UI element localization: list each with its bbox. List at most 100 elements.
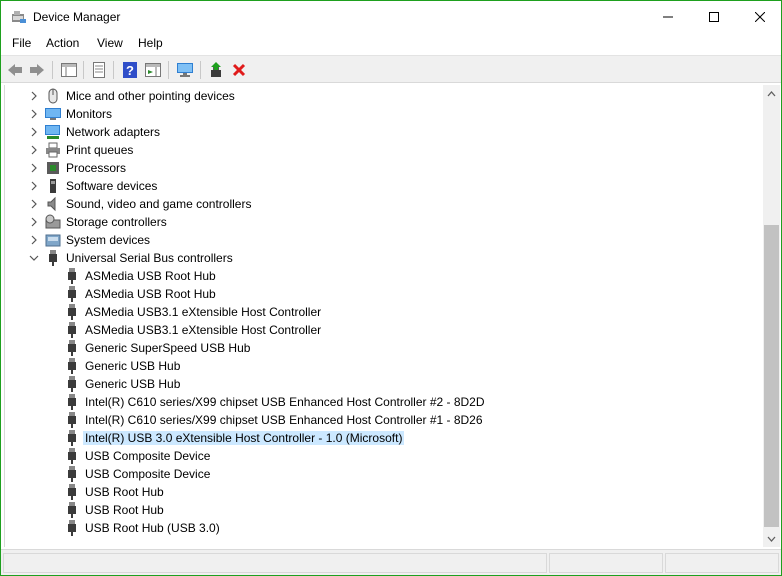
tree-category-print-queues[interactable]: Print queues bbox=[5, 141, 745, 159]
usb-plug-icon bbox=[68, 520, 76, 536]
usb-plug-icon bbox=[68, 376, 76, 392]
usb-device-row[interactable]: USB Composite Device bbox=[5, 465, 745, 483]
system-device-icon bbox=[45, 234, 61, 247]
tree-category-monitors[interactable]: Monitors bbox=[5, 105, 745, 123]
chevron-right-icon[interactable] bbox=[29, 235, 39, 245]
usb-device-row[interactable]: ASMedia USB Root Hub bbox=[5, 267, 745, 285]
minimize-button[interactable] bbox=[645, 1, 691, 33]
usb-device-row[interactable]: USB Root Hub bbox=[5, 483, 745, 501]
maximize-icon bbox=[709, 12, 719, 22]
status-pane bbox=[665, 553, 779, 573]
action-pane-icon bbox=[145, 63, 161, 77]
usb-plug-icon bbox=[68, 394, 76, 410]
scroll-thumb[interactable] bbox=[764, 225, 779, 527]
usb-device-label: Intel(R) USB 3.0 eXtensible Host Control… bbox=[83, 431, 405, 445]
scan-hardware-button[interactable] bbox=[175, 60, 195, 80]
usb-device-row[interactable]: Intel(R) C610 series/X99 chipset USB Enh… bbox=[5, 411, 745, 429]
close-button[interactable] bbox=[737, 1, 781, 33]
usb-plug-icon bbox=[68, 484, 76, 500]
vertical-scrollbar[interactable] bbox=[763, 85, 780, 547]
device-manager-app-icon bbox=[12, 11, 26, 23]
usb-device-label: ASMedia USB Root Hub bbox=[85, 269, 216, 283]
chevron-right-icon[interactable] bbox=[29, 163, 39, 173]
usb-device-row[interactable]: ASMedia USB Root Hub bbox=[5, 285, 745, 303]
usb-device-row[interactable]: Generic SuperSpeed USB Hub bbox=[5, 339, 745, 357]
status-bar bbox=[1, 549, 781, 575]
usb-plug-icon bbox=[68, 466, 76, 482]
chevron-right-icon[interactable] bbox=[29, 145, 39, 155]
tree-category-usb-controllers[interactable]: Universal Serial Bus controllers bbox=[5, 249, 745, 267]
usb-device-row[interactable]: USB Root Hub (USB 3.0) bbox=[5, 519, 745, 537]
tree-category-label: System devices bbox=[66, 233, 151, 247]
forward-button[interactable] bbox=[27, 60, 47, 80]
usb-device-row[interactable]: USB Composite Device bbox=[5, 447, 745, 465]
maximize-button[interactable] bbox=[691, 1, 737, 33]
tree-category-storage-controllers[interactable]: Storage controllers bbox=[5, 213, 745, 231]
usb-device-label: USB Root Hub bbox=[85, 503, 164, 517]
menu-file[interactable]: File bbox=[11, 36, 32, 50]
usb-plug-icon bbox=[68, 322, 76, 338]
usb-device-row[interactable]: Intel(R) USB 3.0 eXtensible Host Control… bbox=[5, 429, 745, 447]
usb-device-row[interactable]: USB Root Hub bbox=[5, 501, 745, 519]
action-pane-button[interactable] bbox=[143, 60, 163, 80]
usb-device-label: USB Composite Device bbox=[85, 449, 211, 463]
usb-device-row[interactable]: Intel(R) C610 series/X99 chipset USB Enh… bbox=[5, 393, 745, 411]
tree-category-system-devices[interactable]: System devices bbox=[5, 231, 745, 249]
tree-category-label: Storage controllers bbox=[66, 215, 167, 229]
usb-plug-icon bbox=[68, 358, 76, 374]
usb-device-row[interactable]: Generic USB Hub bbox=[5, 357, 745, 375]
usb-plug-icon bbox=[68, 304, 76, 320]
menu-help[interactable]: Help bbox=[137, 36, 164, 50]
usb-device-label: Intel(R) C610 series/X99 chipset USB Enh… bbox=[85, 395, 485, 409]
svg-text:?: ? bbox=[126, 63, 134, 78]
help-button[interactable]: ? bbox=[120, 60, 140, 80]
scroll-down-button[interactable] bbox=[763, 530, 780, 547]
usb-plug-icon bbox=[68, 268, 76, 284]
tree-category-processors[interactable]: Processors bbox=[5, 159, 745, 177]
menu-action[interactable]: Action bbox=[45, 36, 80, 50]
tree-category-network-adapters[interactable]: Network adapters bbox=[5, 123, 745, 141]
chevron-right-icon[interactable] bbox=[29, 199, 39, 209]
usb-device-label: ASMedia USB3.1 eXtensible Host Controlle… bbox=[85, 305, 322, 319]
chevron-right-icon[interactable] bbox=[29, 109, 39, 119]
minimize-icon bbox=[663, 16, 673, 18]
update-driver-icon bbox=[211, 62, 221, 77]
usb-device-label: Generic USB Hub bbox=[85, 359, 181, 373]
tree-category-sound-video-game[interactable]: Sound, video and game controllers bbox=[5, 195, 745, 213]
title-bar[interactable]: Device Manager bbox=[1, 1, 781, 33]
menu-view[interactable]: View bbox=[96, 36, 124, 50]
tree-category-label: Universal Serial Bus controllers bbox=[66, 251, 233, 265]
chevron-right-icon[interactable] bbox=[29, 91, 39, 101]
usb-device-row[interactable]: ASMedia USB3.1 eXtensible Host Controlle… bbox=[5, 321, 745, 339]
usb-device-row[interactable]: ASMedia USB3.1 eXtensible Host Controlle… bbox=[5, 303, 745, 321]
close-icon bbox=[755, 12, 765, 22]
tree-category-label: Print queues bbox=[66, 143, 134, 157]
show-hide-console-tree-button[interactable] bbox=[59, 60, 79, 80]
properties-button[interactable] bbox=[89, 60, 109, 80]
chevron-right-icon[interactable] bbox=[29, 127, 39, 137]
tree-category-mice[interactable]: Mice and other pointing devices bbox=[5, 87, 745, 105]
chevron-down-icon bbox=[767, 536, 776, 542]
usb-device-row[interactable]: Generic USB Hub bbox=[5, 375, 745, 393]
uninstall-device-button[interactable] bbox=[229, 60, 249, 80]
usb-device-label: Generic SuperSpeed USB Hub bbox=[85, 341, 251, 355]
storage-controller-icon bbox=[45, 214, 61, 229]
chevron-down-icon[interactable] bbox=[29, 253, 39, 263]
usb-plug-icon bbox=[68, 502, 76, 518]
usb-plug-icon bbox=[68, 286, 76, 302]
chevron-right-icon[interactable] bbox=[29, 217, 39, 227]
back-button[interactable] bbox=[5, 60, 25, 80]
usb-plug-icon bbox=[68, 340, 76, 356]
usb-device-label: ASMedia USB Root Hub bbox=[85, 287, 216, 301]
chevron-right-icon[interactable] bbox=[29, 181, 39, 191]
usb-device-label: USB Root Hub (USB 3.0) bbox=[85, 521, 220, 535]
device-tree[interactable]: Mice and other pointing devices Monitors… bbox=[4, 85, 763, 547]
software-device-icon bbox=[50, 179, 56, 193]
tree-category-software-devices[interactable]: Software devices bbox=[5, 177, 745, 195]
tree-category-label: Software devices bbox=[66, 179, 158, 193]
update-driver-button[interactable] bbox=[206, 60, 226, 80]
scroll-up-button[interactable] bbox=[763, 85, 780, 102]
toolbar-separator bbox=[52, 61, 53, 79]
tree-category-label: Processors bbox=[66, 161, 127, 175]
chevron-up-icon bbox=[767, 90, 776, 96]
